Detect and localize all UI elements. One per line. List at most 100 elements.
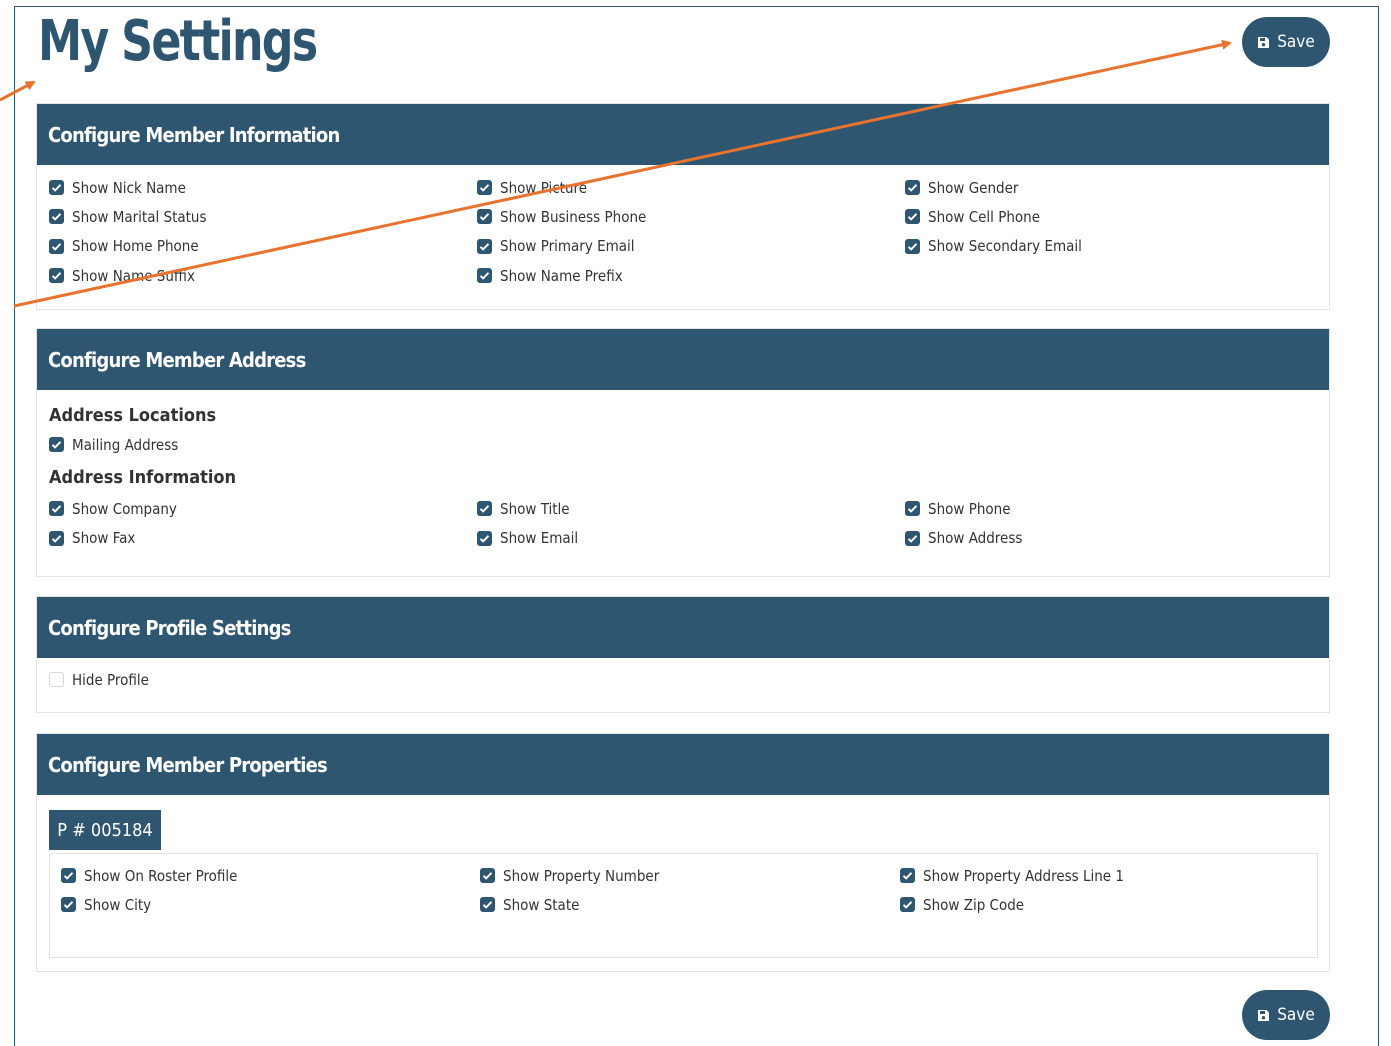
option-show-address[interactable]: Show Address — [905, 524, 1333, 553]
property-tab[interactable]: P # 005184 — [49, 810, 161, 850]
check-icon — [482, 872, 493, 880]
member-information-heading: Configure Member Information — [37, 104, 1329, 165]
checkbox-checked[interactable] — [480, 897, 495, 913]
option-show-gender[interactable]: Show Gender — [905, 173, 1333, 202]
checkbox-checked[interactable] — [905, 209, 920, 225]
option-show-marital-status[interactable]: Show Marital Status — [49, 202, 477, 231]
check-icon — [479, 213, 490, 222]
option-label: Show State — [503, 895, 580, 914]
checkbox-checked[interactable] — [49, 268, 64, 284]
option-label: Show Email — [500, 529, 579, 548]
check-icon — [902, 872, 913, 880]
option-label: Show Phone — [928, 499, 1011, 518]
floppy-disk-icon — [1258, 1009, 1270, 1021]
option-label: Show Address — [928, 529, 1023, 548]
option-show-property-address-line-1[interactable]: Show Property Address Line 1 — [900, 861, 1320, 890]
option-show-title[interactable]: Show Title — [477, 494, 905, 523]
option-label: Show Name Suffix — [72, 266, 195, 285]
check-icon — [479, 272, 490, 280]
option-show-picture[interactable]: Show Picture — [477, 173, 905, 202]
option-label: Show Fax — [72, 529, 136, 548]
option-show-nick-name[interactable]: Show Nick Name — [49, 173, 477, 202]
check-icon — [479, 184, 490, 192]
option-show-cell-phone[interactable]: Show Cell Phone — [905, 202, 1333, 231]
option-show-business-phone[interactable]: Show Business Phone — [477, 202, 905, 231]
option-show-fax[interactable]: Show Fax — [49, 524, 477, 553]
checkbox-checked[interactable] — [480, 868, 495, 884]
option-show-name-suffix[interactable]: Show Name Suffix — [49, 261, 477, 290]
check-icon — [907, 242, 918, 251]
check-icon — [479, 242, 490, 251]
option-label: Show Name Prefix — [500, 266, 623, 285]
option-label: Show Nick Name — [72, 178, 186, 197]
check-icon — [51, 505, 62, 514]
option-show-zip-code[interactable]: Show Zip Code — [900, 890, 1320, 919]
option-label: Show Property Number — [503, 866, 660, 885]
option-show-email[interactable]: Show Email — [477, 524, 905, 553]
checkbox-checked[interactable] — [49, 501, 64, 517]
check-icon — [51, 534, 62, 543]
save-button-top[interactable]: Save — [1242, 17, 1330, 67]
option-show-phone[interactable]: Show Phone — [905, 494, 1333, 523]
member-properties-heading: Configure Member Properties — [37, 734, 1329, 795]
checkbox-checked[interactable] — [61, 897, 76, 913]
checkbox-checked[interactable] — [49, 530, 64, 546]
option-show-company[interactable]: Show Company — [49, 494, 477, 523]
checkbox-checked[interactable] — [61, 868, 76, 884]
check-icon — [479, 505, 490, 514]
checkbox-checked[interactable] — [477, 501, 492, 517]
checkbox-checked[interactable] — [49, 180, 64, 196]
option-show-city[interactable]: Show City — [61, 890, 480, 919]
member-information-panel: Configure Member Information Show Nick N… — [36, 103, 1330, 310]
check-icon — [907, 184, 918, 192]
checkbox-checked[interactable] — [477, 209, 492, 225]
option-label: Show Zip Code — [923, 895, 1025, 914]
address-information-title: Address Information — [49, 466, 237, 488]
check-icon — [63, 872, 74, 880]
floppy-disk-icon — [1258, 36, 1270, 48]
checkbox-checked[interactable] — [900, 868, 915, 884]
checkbox-checked[interactable] — [905, 238, 920, 254]
save-button-label: Save — [1277, 1005, 1315, 1025]
option-mailing-address[interactable]: Mailing Address — [49, 430, 1329, 459]
check-icon — [63, 901, 74, 910]
option-label: Show Cell Phone — [928, 207, 1041, 226]
option-label: Show Title — [500, 499, 570, 518]
checkbox-checked[interactable] — [477, 238, 492, 254]
check-icon — [51, 272, 62, 280]
option-show-primary-email[interactable]: Show Primary Email — [477, 232, 905, 261]
option-label: Show City — [84, 895, 152, 914]
option-hide-profile[interactable]: Hide Profile — [49, 665, 1329, 694]
member-properties-panel: Configure Member Properties P # 005184 S… — [36, 733, 1330, 972]
address-locations-title: Address Locations — [49, 404, 217, 426]
save-button-label: Save — [1277, 32, 1315, 52]
option-label: Show Picture — [500, 178, 588, 197]
checkbox-checked[interactable] — [905, 530, 920, 546]
checkbox-checked[interactable] — [905, 180, 920, 196]
option-show-home-phone[interactable]: Show Home Phone — [49, 232, 477, 261]
checkbox-checked[interactable] — [477, 268, 492, 284]
option-show-property-number[interactable]: Show Property Number — [480, 861, 900, 890]
check-icon — [482, 901, 493, 910]
checkbox-checked[interactable] — [477, 180, 492, 196]
check-icon — [51, 184, 62, 192]
option-show-on-roster-profile[interactable]: Show On Roster Profile — [61, 861, 480, 890]
checkbox-unchecked[interactable] — [49, 672, 64, 688]
profile-settings-heading: Configure Profile Settings — [37, 597, 1329, 658]
option-show-state[interactable]: Show State — [480, 890, 900, 919]
checkbox-checked[interactable] — [49, 209, 64, 225]
option-label: Show Business Phone — [500, 207, 647, 226]
option-show-secondary-email[interactable]: Show Secondary Email — [905, 232, 1333, 261]
save-button-bottom[interactable]: Save — [1242, 990, 1330, 1040]
option-label: Show Gender — [928, 178, 1019, 197]
checkbox-checked[interactable] — [905, 501, 920, 517]
checkbox-checked[interactable] — [477, 530, 492, 546]
check-icon — [51, 242, 62, 251]
checkbox-checked[interactable] — [49, 238, 64, 254]
option-show-name-prefix[interactable]: Show Name Prefix — [477, 261, 905, 290]
property-options-box: Show On Roster Profile Show Property Num… — [49, 853, 1318, 958]
check-icon — [907, 505, 918, 514]
checkbox-checked[interactable] — [49, 437, 64, 453]
checkbox-checked[interactable] — [900, 897, 915, 913]
check-icon — [907, 213, 918, 222]
